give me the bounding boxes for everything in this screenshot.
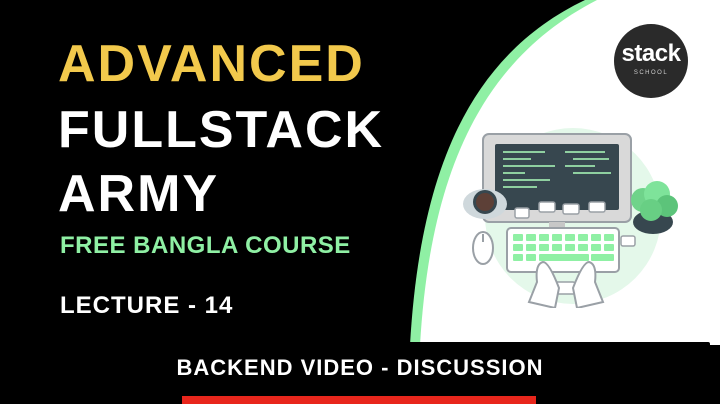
laptop-coding-illustration — [463, 128, 678, 308]
headline-line-3: ARMY — [58, 165, 220, 223]
thumbnail: stack SCHOOL ADVANCED FULLSTACK ARMY FRE… — [0, 0, 720, 404]
lecture-label: LECTURE - 14 — [60, 292, 234, 319]
logo-subtext: SCHOOL — [633, 70, 669, 76]
subtitle: FREE BANGLA COURSE — [60, 232, 351, 259]
banner-text: BACKEND VIDEO - DISCUSSION — [176, 355, 544, 380]
headline-line-1: ADVANCED — [58, 35, 365, 93]
stack-school-logo: stack SCHOOL — [614, 24, 688, 98]
red-accent-bar — [182, 396, 536, 404]
logo-wordmark: stack — [621, 40, 681, 67]
bottom-banner: BACKEND VIDEO - DISCUSSION — [10, 342, 710, 394]
headline-line-2: FULLSTACK — [58, 101, 385, 159]
